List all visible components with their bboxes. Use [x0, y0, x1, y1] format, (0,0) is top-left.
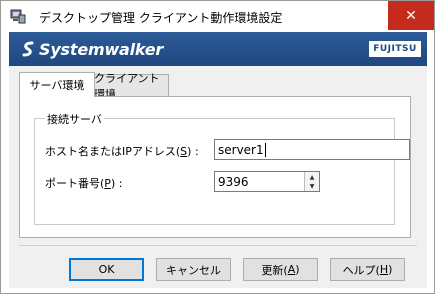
spin-up-button[interactable]: ▲ [305, 172, 319, 182]
cancel-button[interactable]: キャンセル [156, 258, 231, 281]
tab-label: サーバ環境 [29, 79, 85, 92]
help-button[interactable]: ヘルプ(H) [330, 258, 405, 281]
app-icon [10, 9, 26, 24]
systemwalker-mark-icon [22, 41, 34, 57]
divider [19, 245, 417, 246]
tab-panel-server: 接続サーバ ホスト名またはIPアドレス(S) : server1 ポート番号(P… [19, 96, 411, 238]
connection-server-group: 接続サーバ ホスト名またはIPアドレス(S) : server1 ポート番号(P… [34, 111, 410, 225]
host-input[interactable]: server1 [214, 139, 410, 160]
tab-server-environment[interactable]: サーバ環境 [19, 72, 95, 97]
update-button[interactable]: 更新(A) [243, 258, 318, 281]
systemwalker-logo: Systemwalker [21, 37, 163, 61]
product-banner: Systemwalker FUJITSU [9, 32, 427, 66]
port-input-value: 9396 [218, 174, 249, 189]
close-button[interactable]: ✕ [388, 1, 434, 30]
port-spinner: ▲ ▼ [304, 172, 319, 191]
spin-down-button[interactable]: ▼ [305, 182, 319, 191]
host-label: ホスト名またはIPアドレス(S) : [45, 145, 199, 158]
port-label: ポート番号(P) : [45, 177, 123, 190]
group-title: 接続サーバ [45, 111, 104, 127]
dialog-body: サーバ環境 クライアント環境 接続サーバ ホスト名またはIPアドレス(S) : … [9, 66, 427, 288]
text-cursor [264, 142, 266, 157]
close-icon: ✕ [405, 7, 417, 24]
arrow-up-icon: ▲ [309, 173, 315, 181]
app-window: デスクトップ管理 クライアント動作環境設定 ✕ Systemwalker FUJ… [0, 0, 435, 294]
ok-button[interactable]: OK [69, 258, 144, 281]
tab-client-environment[interactable]: クライアント環境 [93, 72, 169, 101]
host-input-value: server1 [218, 142, 264, 157]
window-title: デスクトップ管理 クライアント動作環境設定 [39, 11, 283, 25]
title-bar: デスクトップ管理 クライアント動作環境設定 ✕ [1, 1, 434, 32]
arrow-down-icon: ▼ [309, 183, 315, 190]
fujitsu-logo: FUJITSU [369, 41, 421, 57]
port-input[interactable]: 9396 ▲ ▼ [214, 171, 320, 192]
product-name: Systemwalker [39, 39, 164, 59]
